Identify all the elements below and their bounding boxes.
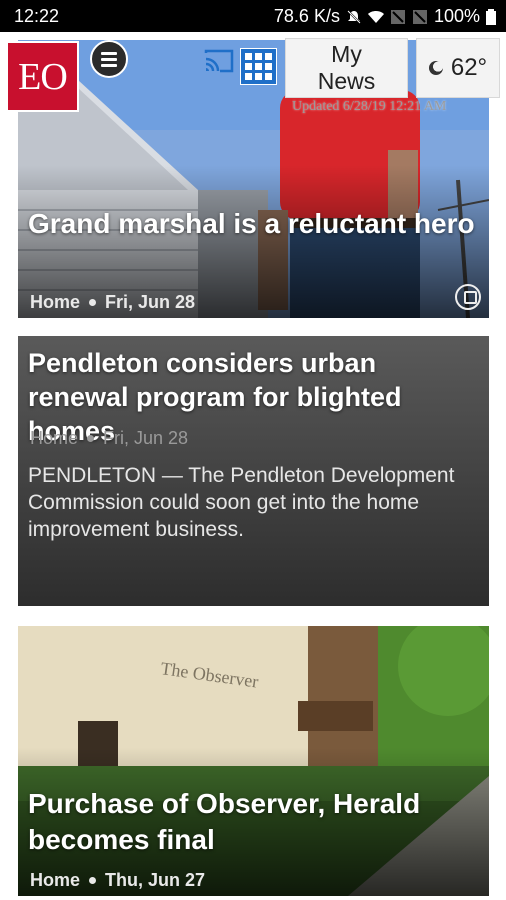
signal-off-icon-2 — [412, 9, 427, 24]
menu-bar — [101, 57, 117, 61]
article-1-date: Fri, Jun 28 — [105, 292, 196, 312]
battery-icon — [486, 8, 496, 25]
article-card-2[interactable]: Pendleton considers urban renewal progra… — [18, 336, 489, 606]
article-1-section: Home — [30, 292, 81, 312]
separator-dot — [89, 299, 97, 306]
menu-bar — [101, 51, 117, 55]
my-news-button[interactable]: My News — [285, 38, 408, 98]
menu-button[interactable] — [90, 40, 128, 78]
article-1-meta: Home Fri, Jun 28 — [30, 292, 195, 313]
separator-dot — [89, 877, 97, 884]
article-3-headline[interactable]: Purchase of Observer, Herald becomes fin… — [28, 786, 477, 858]
article-2-date: Fri, Jun 28 — [103, 428, 189, 448]
battery-level: 100% — [433, 6, 480, 26]
article-3-section: Home — [30, 870, 81, 890]
article-3-meta: Home Thu, Jun 27 — [30, 870, 205, 891]
status-right: 78.6 K/s 100% — [274, 6, 496, 27]
weather-button[interactable]: 62° — [416, 38, 500, 98]
my-news-label-2: News — [317, 68, 376, 94]
moon-icon — [428, 61, 443, 75]
apps-grid-icon[interactable] — [240, 48, 277, 85]
article-3-date: Thu, Jun 27 — [105, 870, 206, 890]
status-bar: 12:22 78.6 K/s 100% — [0, 0, 506, 32]
photo-gallery-icon — [455, 284, 481, 310]
updated-timestamp: Updated 6/28/19 12:21 AM — [292, 99, 447, 114]
network-speed: 78.6 K/s — [273, 6, 340, 26]
article-2-section: Home — [30, 428, 79, 448]
status-time: 12:22 — [14, 6, 60, 26]
signal-off-icon — [390, 9, 405, 24]
menu-bar — [101, 63, 117, 67]
article-card-3[interactable]: The Observer Purchase of Observer, Heral… — [18, 626, 489, 896]
weather-temp: 62° — [450, 54, 488, 81]
mute-icon — [347, 9, 361, 24]
eo-logo[interactable]: EO — [6, 41, 79, 112]
cast-icon[interactable] — [204, 49, 234, 73]
article-1-headline[interactable]: Grand marshal is a reluctant hero — [28, 206, 477, 242]
article-2-summary: PENDLETON — The Pendleton Development Co… — [28, 464, 455, 541]
wifi-icon — [367, 10, 384, 23]
my-news-label-1: My — [331, 41, 362, 67]
article-2-meta: Home Fri, Jun 28 — [30, 428, 188, 449]
separator-dot — [87, 435, 95, 442]
